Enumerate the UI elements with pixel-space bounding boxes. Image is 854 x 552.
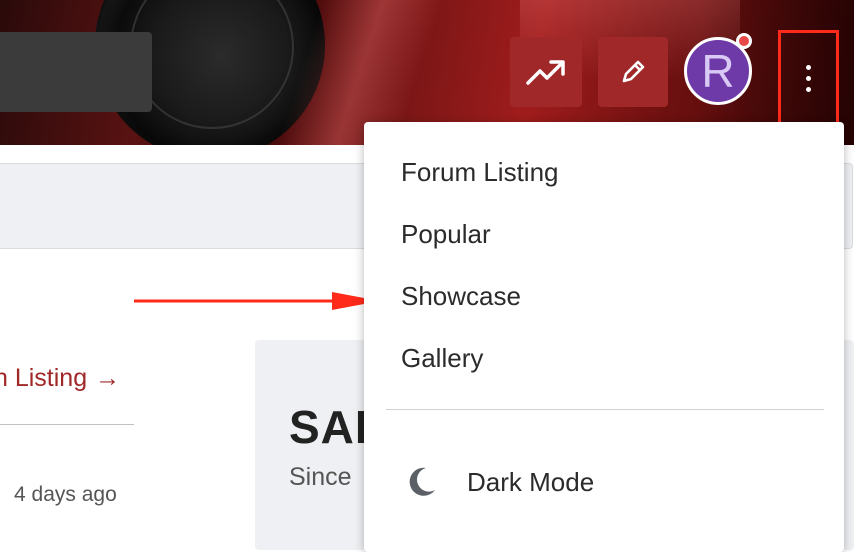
menu-item-gallery[interactable]: Gallery — [401, 343, 483, 374]
menu-item-forum-listing[interactable]: Forum Listing — [401, 157, 559, 188]
forum-link-label: n Listing — [0, 364, 88, 392]
moon-icon — [401, 462, 441, 502]
timestamp: 4 days ago — [14, 483, 117, 506]
search-input[interactable] — [0, 32, 152, 112]
card-subtitle: Since — [289, 463, 352, 491]
forum-listing-link[interactable]: n Listing → — [0, 364, 120, 393]
notification-dot — [736, 33, 752, 49]
vertical-dots-icon — [806, 64, 811, 92]
dark-mode-toggle[interactable]: Dark Mode — [401, 462, 594, 502]
dark-mode-label: Dark Mode — [467, 466, 595, 497]
arrow-right-icon: → — [95, 364, 121, 392]
more-menu-button[interactable] — [778, 30, 839, 126]
menu-divider — [386, 409, 824, 410]
trending-button[interactable] — [510, 37, 582, 107]
new-post-button[interactable] — [598, 37, 668, 107]
trending-up-icon — [526, 60, 565, 85]
annotation-arrow — [134, 292, 380, 310]
menu-item-showcase[interactable]: Showcase — [401, 281, 521, 312]
divider — [0, 424, 134, 425]
card-title: SAI — [289, 401, 369, 453]
pencil-icon — [622, 60, 645, 83]
menu-item-popular[interactable]: Popular — [401, 219, 491, 250]
avatar-letter: R — [701, 45, 735, 97]
